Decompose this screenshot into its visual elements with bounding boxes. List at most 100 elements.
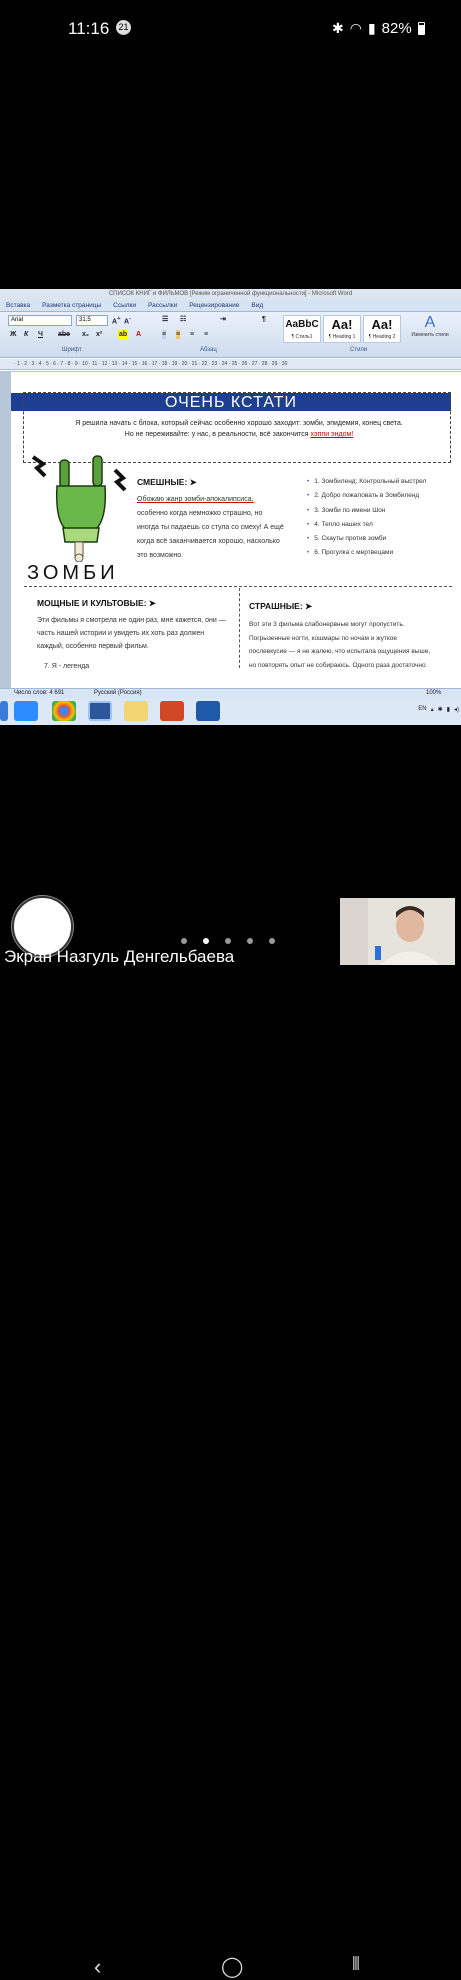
zoom-level[interactable]: 100% [426, 689, 441, 698]
phone-status-bar: 11:16 21 ✱ ◠ ▮ 82% [0, 0, 461, 56]
change-styles-button[interactable]: A Изменить стили [411, 314, 449, 338]
list-item: 1. Зомбиленд: Контрольный выстрел [307, 475, 426, 489]
shrink-font-icon[interactable]: A- [124, 315, 131, 326]
style-heading-2-name: ¶ Heading 2 [368, 334, 396, 340]
funny-line-2: особенно когда немножко страшно, но [137, 510, 263, 517]
volume-icon[interactable]: ◂) [454, 706, 459, 713]
change-styles-icon: A [424, 314, 436, 331]
start-icon[interactable] [0, 701, 8, 721]
home-icon[interactable]: ◯ [221, 1954, 243, 1979]
happy-end-text: хэппи эндом! [310, 431, 354, 438]
page-dot[interactable] [269, 938, 275, 944]
scary-body: Вот эти 3 фильма слабонервные могут проп… [249, 618, 459, 672]
align-right-icon[interactable]: ≡ [190, 330, 194, 339]
font-color-icon[interactable]: A [136, 330, 141, 339]
highlight-icon[interactable]: ab [118, 330, 129, 339]
funny-line-4: когда всё заканчивается хорошо, наскольк… [137, 538, 280, 545]
superscript-icon[interactable]: x² [96, 330, 102, 339]
bold-icon[interactable]: Ж [10, 330, 16, 339]
windows-taskbar: EN ▴ ✱ ▮ ◂) [0, 698, 461, 725]
style-heading-1-preview: Aa! [331, 317, 353, 332]
list-item: 3. Зомби по имени Шон [307, 504, 426, 518]
list-item: 5. Скауты против зомби [307, 532, 426, 546]
cult-line-1: Эти фильмы я смотрела не один раз, мне к… [37, 617, 226, 624]
show-marks-icon[interactable]: ¶ [262, 315, 266, 324]
bluetooth-icon: ✱ [332, 20, 344, 36]
cult-body: Эти фильмы я смотрела не один раз, мне к… [37, 614, 237, 653]
screen-owner-label: Экран Назгуль Денгельбаева [4, 947, 235, 966]
page-dot[interactable] [247, 938, 253, 944]
cult-line-2: часть нашей истории и увидеть их хоть ра… [37, 630, 205, 637]
underline-icon[interactable]: Ч [38, 330, 43, 339]
ruler[interactable]: · 1 · 2 · 3 · 4 · 5 · 6 · 7 · 8 · 9 · 10… [0, 359, 461, 370]
style-heading-1-name: ¶ Heading 1 [328, 334, 356, 340]
page-dot[interactable] [225, 938, 231, 944]
tab-references[interactable]: Ссылки [107, 300, 142, 311]
page-dot[interactable] [181, 938, 187, 944]
funny-list: 1. Зомбиленд: Контрольный выстрел 2. Доб… [307, 475, 426, 561]
back-icon[interactable]: ‹ [94, 1954, 101, 1980]
style-heading-1[interactable]: Aa! ¶ Heading 1 [323, 315, 361, 343]
font-name-select[interactable]: Arial [8, 315, 72, 326]
bullets-icon[interactable]: ☰ [162, 315, 168, 324]
page-dot-active[interactable] [203, 938, 209, 944]
network-icon[interactable]: ▮ [447, 706, 450, 713]
tray-icon[interactable]: ▴ [431, 706, 434, 713]
intro-line-1: Я решила начать с блока, который сейчас … [75, 420, 403, 427]
funny-heading: СМЕШНЫЕ: ➤ [137, 477, 197, 487]
scary-line-4: но повторять опыт не собираюсь. Одного р… [249, 661, 426, 669]
numbering-icon[interactable]: ☷ [180, 315, 186, 324]
language-indicator[interactable]: Русский (Россия) [94, 689, 142, 698]
subscript-icon[interactable]: x₂ [82, 330, 89, 339]
funny-line-3: иногда ты падаешь со стула со смеху! А е… [137, 524, 284, 531]
font-size-select[interactable]: 31,5 [76, 315, 108, 326]
ribbon: Arial 31,5 A+ A- Ж К Ч abe x₂ x² ab A Шр… [0, 312, 461, 358]
align-center-icon[interactable]: ≡ [176, 330, 181, 339]
document-area: ОЧЕНЬ КСТАТИ Я решила начать с блока, ко… [0, 371, 461, 688]
app-icon[interactable] [196, 701, 220, 721]
group-styles-label: Стили [350, 347, 368, 353]
group-paragraph-label: Абзац [200, 347, 217, 353]
scary-line-3: послевкусие — я не жалею, что испытала о… [249, 648, 431, 655]
style-1-preview: AaBbC [285, 319, 319, 330]
powerpoint-icon[interactable] [160, 701, 184, 721]
word-app-icon[interactable] [88, 701, 112, 721]
tab-review[interactable]: Рецензирование [183, 300, 245, 311]
indent-icon[interactable]: ⇥ [220, 315, 226, 324]
tab-view[interactable]: Вид [245, 300, 269, 311]
tray-language[interactable]: EN [418, 706, 426, 713]
style-1[interactable]: AaBbC ¶ Стиль1 [283, 315, 321, 343]
tab-page-layout[interactable]: Разметка страницы [36, 300, 107, 311]
strikethrough-icon[interactable]: abe [58, 330, 70, 339]
file-explorer-icon[interactable] [124, 701, 148, 721]
italic-icon[interactable]: К [24, 330, 28, 339]
zombie-heading: ЗОМБИ [27, 562, 119, 584]
tab-insert[interactable]: Вставка [0, 300, 36, 311]
align-left-icon[interactable]: ≡ [162, 330, 167, 339]
word-status-bar: Число слов: 4 691 Русский (Россия) 100% [0, 688, 461, 698]
style-heading-2[interactable]: Aa! ¶ Heading 2 [363, 315, 401, 343]
shared-screen: СПИСОК КНИГ и ФИЛЬМОВ [Режим ограниченно… [0, 289, 461, 725]
system-tray: EN ▴ ✱ ▮ ◂) [418, 706, 459, 713]
cult-line-3: каждый, особенно первый фильм. [37, 643, 149, 650]
grow-font-icon[interactable]: A+ [112, 315, 120, 326]
chrome-icon[interactable] [52, 701, 76, 721]
recent-apps-icon[interactable]: ⦀ [352, 1954, 360, 1975]
signal-icon: ▮ [367, 20, 376, 36]
wifi-icon: ◠ [349, 20, 362, 36]
system-icons: ✱ ◠ ▮ 82% [332, 20, 425, 37]
tab-mailings[interactable]: Рассылки [142, 300, 183, 311]
participant-video[interactable] [340, 898, 455, 965]
style-1-name: ¶ Стиль1 [291, 334, 313, 340]
funny-body: Обожаю жанр зомби-апокалипсиса, особенно… [137, 493, 297, 563]
funny-body-line: Обожаю жанр зомби-апокалипсиса, [137, 493, 297, 507]
bluetooth-tray-icon[interactable]: ✱ [438, 706, 443, 713]
document-page[interactable]: ОЧЕНЬ КСТАТИ Я решила начать с блока, ко… [11, 372, 461, 688]
list-item: 6. Прогулка с мертвецами [307, 546, 426, 560]
battery-level: 82% [381, 20, 412, 37]
justify-icon[interactable]: ≡ [204, 330, 208, 339]
word-count[interactable]: Число слов: 4 691 [14, 689, 64, 698]
group-font-label: Шрифт [62, 347, 82, 353]
list-item: 2. Добро пожаловать в Зомбиленд [307, 489, 426, 503]
zoom-app-icon[interactable] [14, 701, 38, 721]
